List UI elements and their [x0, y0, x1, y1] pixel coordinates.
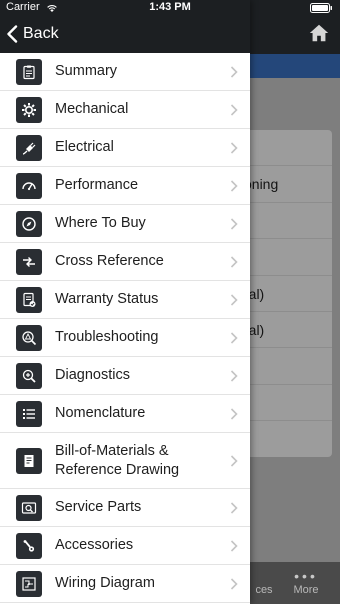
- circuit-icon: [16, 570, 42, 597]
- chevron-right-icon: [230, 454, 238, 467]
- gear-icon: [16, 96, 42, 123]
- menu-item-label: Wiring Diagram: [55, 575, 155, 591]
- compass-icon: [16, 210, 42, 237]
- back-label: Back: [23, 25, 59, 42]
- tab-partial-label: ces: [255, 584, 273, 596]
- status-bar: Carrier 1:43 PM: [0, 0, 340, 16]
- menu-item-label: Bill-of-Materials & Reference Drawing: [55, 442, 180, 478]
- menu-item-label: Cross Reference: [55, 253, 164, 269]
- menu-item-label: Nomenclature: [55, 405, 146, 421]
- menu-item-label: Troubleshooting: [55, 329, 159, 345]
- chevron-right-icon: [230, 293, 238, 306]
- menu-item-label: Accessories: [55, 537, 134, 553]
- drawing-icon: [16, 447, 42, 474]
- chevron-right-icon: [230, 141, 238, 154]
- chevron-right-icon: [230, 255, 238, 268]
- menu-item-wiring-diagram[interactable]: Wiring Diagram: [0, 565, 250, 603]
- chevron-right-icon: [230, 65, 238, 78]
- chevron-right-icon: [230, 577, 238, 590]
- battery-icon: [310, 3, 332, 13]
- document-check-icon: [16, 286, 42, 313]
- menu-item-label: Where To Buy: [55, 215, 146, 231]
- tab-partial[interactable]: ces: [244, 562, 284, 604]
- chevron-left-icon: [7, 25, 18, 43]
- menu-item-warranty-status[interactable]: Warranty Status: [0, 281, 250, 319]
- menu-item-cross-reference[interactable]: Cross Reference: [0, 243, 250, 281]
- swap-arrows-icon: [16, 248, 42, 275]
- menu-item-mechanical[interactable]: Mechanical: [0, 91, 250, 129]
- navigation-drawer: Back Summary Mechanical Electrical Perfo…: [0, 0, 250, 604]
- menu-item-summary[interactable]: Summary: [0, 53, 250, 91]
- clipboard-icon: [16, 58, 42, 85]
- chevron-right-icon: [230, 217, 238, 230]
- magnifier-plus-icon: [16, 362, 42, 389]
- list-icon: [16, 400, 42, 427]
- menu-item-label: Mechanical: [55, 101, 129, 117]
- home-icon[interactable]: [308, 22, 330, 44]
- menu-item-performance[interactable]: Performance: [0, 167, 250, 205]
- menu-item-nomenclature[interactable]: Nomenclature: [0, 395, 250, 433]
- menu-item-label: Electrical: [55, 139, 114, 155]
- menu-item-troubleshooting[interactable]: Troubleshooting: [0, 319, 250, 357]
- menu-item-label: Performance: [55, 177, 139, 193]
- chevron-right-icon: [230, 179, 238, 192]
- chevron-right-icon: [230, 331, 238, 344]
- menu-item-label: Service Parts: [55, 499, 142, 515]
- tab-more[interactable]: ••• More: [284, 562, 328, 604]
- magnifier-warning-icon: [16, 324, 42, 351]
- tools-icon: [16, 532, 42, 559]
- chevron-right-icon: [230, 103, 238, 116]
- chevron-right-icon: [230, 407, 238, 420]
- parts-search-icon: [16, 494, 42, 521]
- menu-item-label: Diagnostics: [55, 367, 130, 383]
- menu-list: Summary Mechanical Electrical Performanc…: [0, 53, 250, 603]
- more-dots-icon: •••: [294, 568, 318, 584]
- tab-more-label: More: [293, 584, 319, 596]
- clock-label: 1:43 PM: [149, 1, 191, 13]
- plug-icon: [16, 134, 42, 161]
- menu-item-electrical[interactable]: Electrical: [0, 129, 250, 167]
- menu-item-accessories[interactable]: Accessories: [0, 527, 250, 565]
- menu-item-service-parts[interactable]: Service Parts: [0, 489, 250, 527]
- menu-item-bill-of-materials[interactable]: Bill-of-Materials & Reference Drawing: [0, 433, 250, 489]
- menu-item-label: Summary: [55, 63, 118, 79]
- menu-item-where-to-buy[interactable]: Where To Buy: [0, 205, 250, 243]
- chevron-right-icon: [230, 369, 238, 382]
- chevron-right-icon: [230, 539, 238, 552]
- menu-item-label: Warranty Status: [55, 291, 159, 307]
- back-button[interactable]: Back: [6, 22, 59, 46]
- menu-item-diagnostics[interactable]: Diagnostics: [0, 357, 250, 395]
- speedometer-icon: [16, 172, 42, 199]
- chevron-right-icon: [230, 501, 238, 514]
